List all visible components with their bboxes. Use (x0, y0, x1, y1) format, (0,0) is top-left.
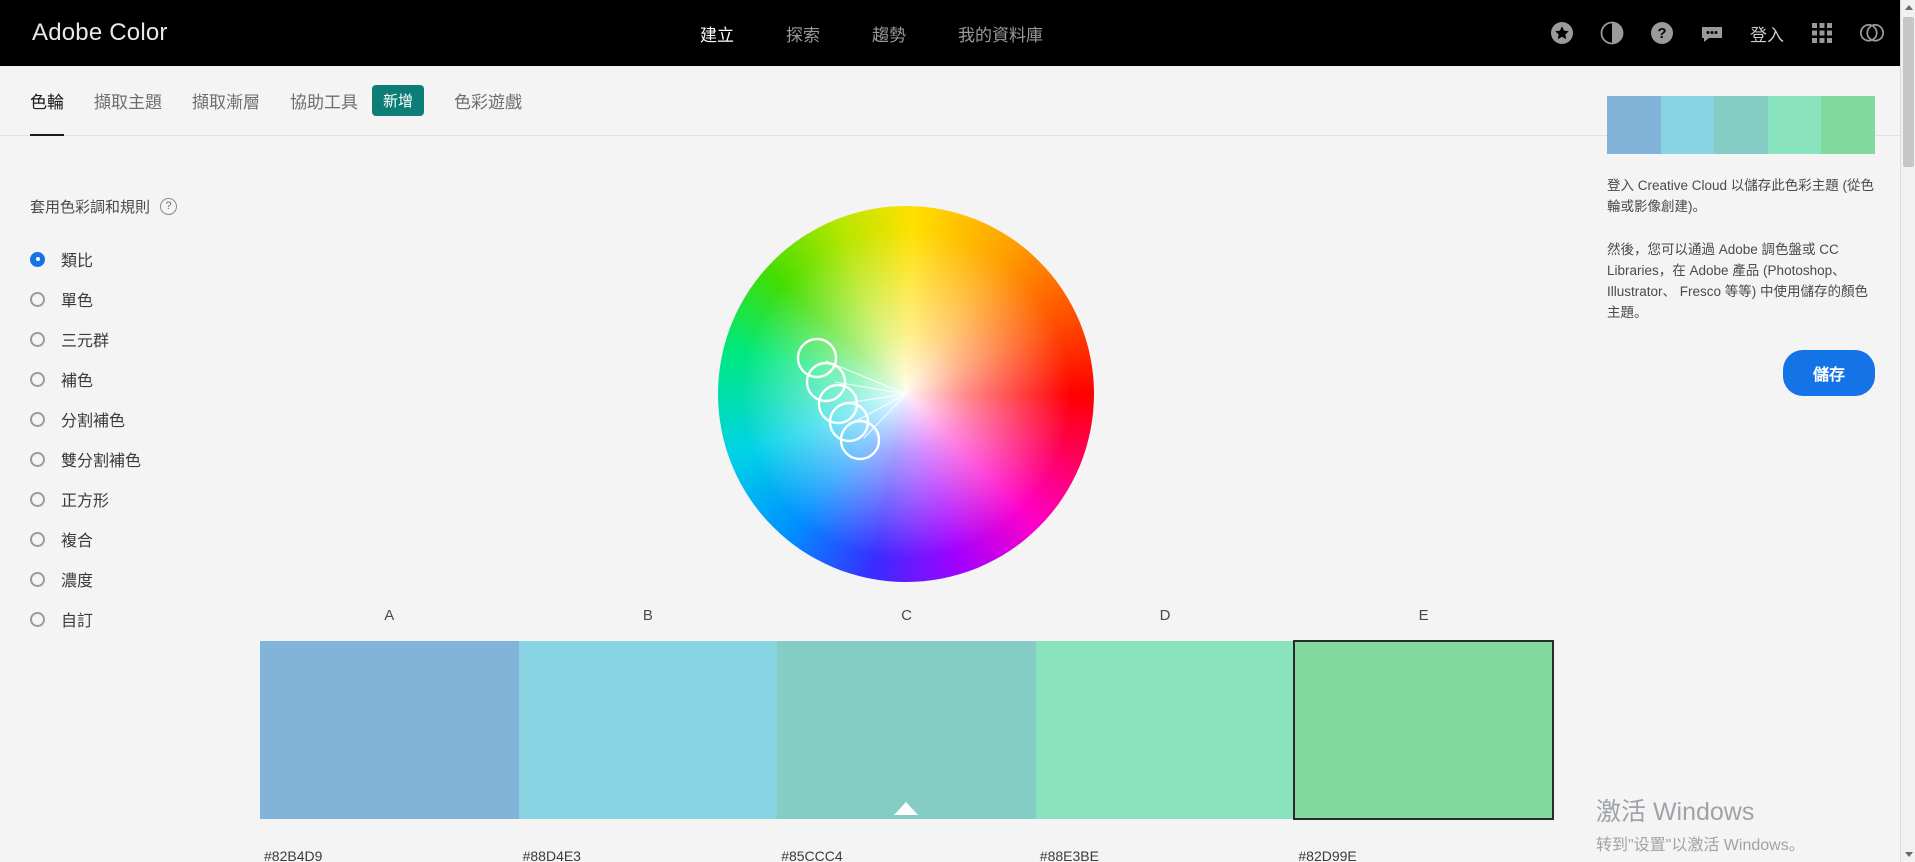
harmony-option-analogous[interactable]: 類比 (30, 239, 290, 279)
nav-item-trends[interactable]: 趨勢 (872, 21, 906, 46)
help-circle-icon[interactable]: ? (1650, 21, 1674, 45)
main-navigation: 建立 探索 趨勢 我的資料庫 (700, 0, 1043, 66)
harmony-option-label: 正方形 (61, 493, 110, 510)
color-swatch-strip (260, 640, 1554, 820)
preview-swatch-b (1660, 96, 1715, 154)
harmony-option-custom[interactable]: 自訂 (30, 599, 290, 639)
radio-indicator (30, 371, 45, 387)
radio-indicator (30, 571, 45, 587)
chat-bubble-icon[interactable] (1700, 21, 1724, 45)
harmony-option-label: 單色 (61, 293, 94, 310)
save-button[interactable]: 儲存 (1782, 349, 1875, 396)
nav-item-create[interactable]: 建立 (700, 21, 734, 46)
contrast-icon[interactable] (1600, 21, 1624, 45)
scroll-down-arrow-icon[interactable] (1901, 847, 1915, 862)
hex-value-b[interactable]: #88D4E3 (519, 848, 778, 862)
scrollbar-thumb[interactable] (1903, 17, 1914, 167)
color-wheel-container[interactable] (718, 206, 1094, 582)
sign-in-link[interactable]: 登入 (1750, 21, 1784, 46)
color-swatch-d[interactable] (1035, 641, 1295, 819)
harmony-option-label: 三元群 (61, 333, 110, 350)
theme-save-panel: 登入 Creative Cloud 以儲存此色彩主題 (從色輪或影像創建)。 然… (1607, 96, 1875, 396)
libraries-info-text: 然後，您可以通過 Adobe 調色盤或 CC Libraries，在 Adobe… (1607, 241, 1869, 320)
harmony-option-monochromatic[interactable]: 單色 (30, 279, 290, 319)
radio-indicator (30, 331, 45, 347)
preview-swatch-a (1607, 96, 1661, 154)
tab-accessibility-tools[interactable]: 協助工具 新增 (290, 66, 425, 136)
harmony-option-square[interactable]: 正方形 (30, 479, 290, 519)
app-brand-title: Adobe Color (32, 19, 168, 46)
wheel-marker-b (805, 361, 847, 403)
radio-indicator (30, 531, 45, 547)
radio-indicator (30, 251, 45, 267)
creative-cloud-icon[interactable] (1860, 21, 1884, 45)
harmony-option-label: 自訂 (61, 613, 94, 630)
swatch-letter-labels: A B C D E (260, 607, 1553, 624)
signin-prompt-text: 登入 Creative Cloud 以儲存此色彩主題 (從色輪或影像創建)。 (1607, 178, 1875, 214)
top-bar-icons: ? 登入 (1550, 0, 1884, 66)
scroll-up-arrow-icon[interactable] (1901, 0, 1915, 15)
harmony-option-double-split-complementary[interactable]: 雙分割補色 (30, 439, 290, 479)
harmony-option-label: 補色 (61, 373, 94, 390)
hex-value-c[interactable]: #85CCC4 (777, 848, 1036, 862)
hex-value-a[interactable]: #82B4D9 (260, 848, 519, 862)
swatch-label-d: D (1159, 607, 1171, 624)
help-icon[interactable]: ? (160, 198, 178, 215)
new-badge: 新增 (372, 85, 425, 116)
top-bar: Adobe Color 建立 探索 趨勢 我的資料庫 ? 登入 (0, 0, 1900, 66)
tab-extract-gradient[interactable]: 擷取漸層 (192, 66, 260, 136)
harmony-option-label: 濃度 (61, 573, 94, 590)
radio-indicator (30, 491, 45, 507)
radio-indicator (30, 611, 45, 627)
wheel-marker-a (796, 337, 838, 379)
color-swatch-a[interactable] (260, 641, 519, 819)
preview-swatch-c (1714, 96, 1768, 154)
harmony-rule-header: 套用色彩調和規則 ? (30, 196, 290, 217)
color-wheel-markers[interactable] (718, 206, 1094, 582)
hex-value-row: #82B4D9 #88D4E3 #85CCC4 #88E3BE #82D99E (260, 848, 1553, 862)
tab-accessibility-label: 協助工具 (290, 93, 358, 112)
svg-text:?: ? (1657, 25, 1666, 42)
radio-indicator (30, 411, 45, 427)
swatch-label-a: A (384, 607, 395, 624)
color-swatch-b[interactable] (518, 641, 778, 819)
watermark-subtitle: 转到"设置"以激活 Windows。 (1596, 836, 1805, 854)
harmony-option-triad[interactable]: 三元群 (30, 319, 290, 359)
tab-color-wheel[interactable]: 色輪 (30, 66, 64, 136)
harmony-option-split-complementary[interactable]: 分割補色 (30, 399, 290, 439)
harmony-option-label: 雙分割補色 (61, 453, 142, 470)
windows-activation-watermark: 激活 Windows 转到"设置"以激活 Windows。 (1596, 798, 1896, 855)
swatch-label-b: B (642, 607, 653, 624)
radio-indicator (30, 451, 45, 467)
color-swatch-c[interactable] (777, 641, 1036, 819)
harmony-option-label: 類比 (61, 253, 94, 270)
nav-item-explore[interactable]: 探索 (786, 21, 820, 46)
preview-swatch-d (1767, 96, 1822, 154)
color-swatch-e[interactable] (1293, 640, 1554, 820)
preview-swatch-e (1821, 96, 1875, 154)
watermark-title: 激活 Windows (1596, 798, 1755, 826)
swatch-label-e: E (1418, 607, 1429, 624)
harmony-option-compound[interactable]: 複合 (30, 519, 290, 559)
tab-color-games[interactable]: 色彩遊戲 (454, 66, 522, 136)
harmony-option-label: 分割補色 (61, 413, 126, 430)
harmony-option-label: 複合 (61, 533, 94, 550)
base-color-triangle-marker (894, 802, 919, 815)
hex-value-d[interactable]: #88E3BE (1036, 848, 1295, 862)
tab-extract-theme[interactable]: 擷取主題 (94, 66, 162, 136)
theme-preview-strip (1607, 96, 1875, 154)
nav-item-my-library[interactable]: 我的資料庫 (958, 21, 1043, 46)
harmony-option-complementary[interactable]: 補色 (30, 359, 290, 399)
page-scrollbar[interactable] (1900, 0, 1915, 862)
harmony-option-shades[interactable]: 濃度 (30, 559, 290, 599)
radio-indicator (30, 291, 45, 307)
harmony-rule-panel: 套用色彩調和規則 ? 類比 單色 三元群 補色 分割補色 雙分割補色 正方形 複… (30, 196, 290, 639)
grid-apps-icon[interactable] (1810, 21, 1834, 45)
swatch-label-c: C (901, 607, 912, 624)
harmony-rule-title: 套用色彩調和規則 (30, 199, 151, 216)
star-icon[interactable] (1550, 21, 1574, 45)
hex-value-e[interactable]: #82D99E (1294, 848, 1553, 862)
